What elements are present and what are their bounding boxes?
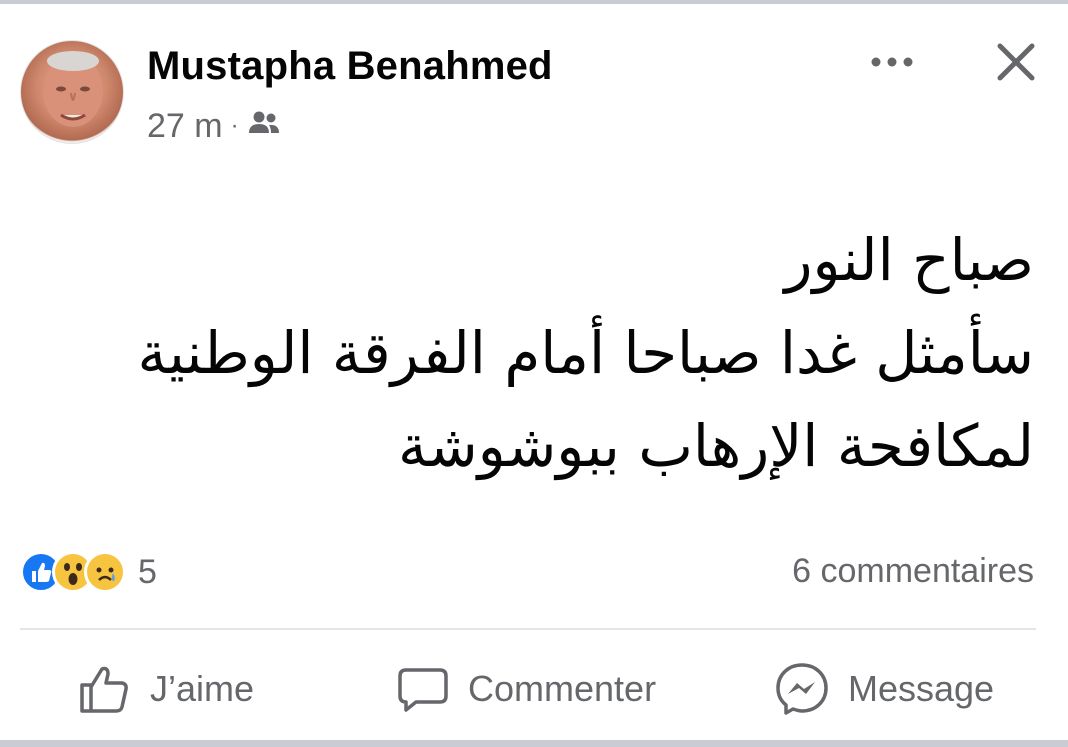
avatar[interactable] [20, 40, 124, 144]
post-time[interactable]: 27 m [147, 107, 223, 146]
meta-separator: · [230, 112, 239, 139]
divider [20, 628, 1036, 630]
comment-button[interactable]: Commenter [396, 656, 656, 722]
post-line: صباح النور [784, 226, 1034, 294]
sad-reaction-icon [84, 551, 126, 593]
message-label: Message [848, 668, 995, 709]
comments-count-link[interactable]: 6 commentaires [792, 552, 1034, 591]
post-line: لمكافحة الإرهاب ببوشوشة [398, 412, 1034, 480]
post-meta: 27 m · [147, 106, 281, 146]
messenger-icon [776, 663, 828, 715]
comment-label: Commenter [468, 668, 657, 709]
post-card: Mustapha Benahmed 27 m · صباح النور سأمث… [0, 4, 1068, 740]
like-button[interactable]: J’aime [76, 656, 254, 722]
close-icon [997, 43, 1035, 81]
close-button[interactable] [990, 36, 1042, 88]
like-label: J’aime [150, 668, 255, 709]
more-icon [871, 57, 913, 67]
reactions-summary[interactable]: 5 [20, 550, 157, 594]
message-button[interactable]: Message [774, 656, 994, 722]
reaction-count: 5 [138, 552, 157, 591]
post-body: صباح النور سأمثل غدا صباحا أمام الفرقة ا… [74, 214, 1034, 493]
comment-icon [398, 668, 448, 712]
post-line: سأمثل غدا صباحا أمام الفرقة الوطنية [137, 319, 1034, 387]
author-name[interactable]: Mustapha Benahmed [147, 44, 553, 89]
friends-icon[interactable] [247, 107, 281, 146]
more-options-button[interactable] [866, 40, 918, 84]
thumbs-up-icon [80, 666, 128, 713]
